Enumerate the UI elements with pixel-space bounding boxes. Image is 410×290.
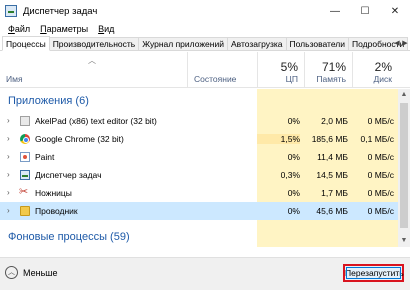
minimize-button[interactable]: — (320, 0, 350, 22)
chrome-icon (20, 134, 30, 144)
paint-icon (20, 152, 30, 162)
memory-total: 71% (321, 60, 346, 74)
tab-app-history[interactable]: Журнал приложений (138, 37, 228, 50)
scroll-down-icon[interactable]: ▼ (398, 235, 410, 247)
tab-scroll-right-icon[interactable]: ▶ (401, 37, 409, 50)
tab-startup[interactable]: Автозагрузка (226, 37, 287, 50)
footer: ︿ Меньше Перезапустить (0, 257, 410, 290)
disk-total: 2% (374, 60, 392, 74)
process-row[interactable]: › Google Chrome (32 bit) 1,5% 185,6 МБ 0… (0, 130, 398, 148)
cpu-total: 5% (280, 60, 298, 74)
expand-icon[interactable]: › (7, 188, 10, 197)
group-background[interactable]: Фоновые процессы (59) (8, 231, 130, 243)
menu-file[interactable]: Файл (3, 24, 35, 34)
column-name[interactable]: Имя (0, 52, 187, 88)
task-manager-icon (5, 5, 17, 17)
expand-icon[interactable]: › (7, 170, 10, 179)
menu-options[interactable]: Параметры (35, 24, 93, 34)
tab-scroll-left-icon[interactable]: ◀ (393, 37, 401, 50)
column-header: ︿ Имя Состояние 5% ЦП 71% Память 2% Диск (0, 52, 410, 88)
akelpad-icon (20, 116, 30, 126)
task-manager-icon (20, 170, 30, 180)
column-status[interactable]: Состояние (187, 52, 257, 88)
tab-users[interactable]: Пользователи (285, 37, 350, 50)
process-row[interactable]: › Ножницы 0% 1,7 МБ 0 МБ/с (0, 184, 398, 202)
maximize-button[interactable]: ☐ (350, 0, 380, 22)
process-row[interactable]: › Диспетчер задач 0,3% 14,5 МБ 0 МБ/с (0, 166, 398, 184)
tab-performance[interactable]: Производительность (48, 37, 140, 50)
process-row[interactable]: › Paint 0% 11,4 МБ 0 МБ/с (0, 148, 398, 166)
fewer-details-button[interactable]: ︿ Меньше (5, 266, 58, 279)
process-row-selected[interactable]: › Проводник 0% 45,6 МБ 0 МБ/с (0, 202, 398, 220)
restart-button[interactable]: Перезапустить (343, 264, 404, 282)
expand-icon[interactable]: › (7, 206, 10, 215)
process-row[interactable]: › AkelPad (x86) text editor (32 bit) 0% … (0, 112, 398, 130)
vertical-scrollbar[interactable]: ▲ ▼ (398, 89, 410, 247)
group-apps[interactable]: Приложения (6) (8, 95, 89, 107)
expand-icon[interactable]: › (7, 134, 10, 143)
scissors-icon (19, 185, 30, 198)
tab-strip: Процессы Производительность Журнал прило… (0, 36, 410, 51)
process-list: Приложения (6) › AkelPad (x86) text edit… (0, 89, 398, 247)
column-cpu[interactable]: 5% ЦП (257, 52, 304, 88)
tab-scroll: ◀ ▶ (393, 37, 409, 50)
expand-icon[interactable]: › (7, 152, 10, 161)
window-title: Диспетчер задач (23, 5, 98, 17)
column-memory[interactable]: 71% Память (304, 52, 352, 88)
chevron-up-icon: ︿ (5, 266, 18, 279)
expand-icon[interactable]: › (7, 116, 10, 125)
menu-view[interactable]: Вид (93, 24, 119, 34)
tab-processes[interactable]: Процессы (2, 36, 50, 51)
scroll-thumb[interactable] (400, 103, 408, 228)
column-disk[interactable]: 2% Диск (352, 52, 398, 88)
explorer-folder-icon (20, 206, 30, 216)
window-controls: — ☐ ✕ (320, 0, 410, 22)
scroll-up-icon[interactable]: ▲ (398, 89, 410, 101)
title-bar: Диспетчер задач — ☐ ✕ (0, 0, 410, 22)
menu-bar: Файл Параметры Вид (0, 22, 119, 36)
close-button[interactable]: ✕ (380, 0, 410, 22)
